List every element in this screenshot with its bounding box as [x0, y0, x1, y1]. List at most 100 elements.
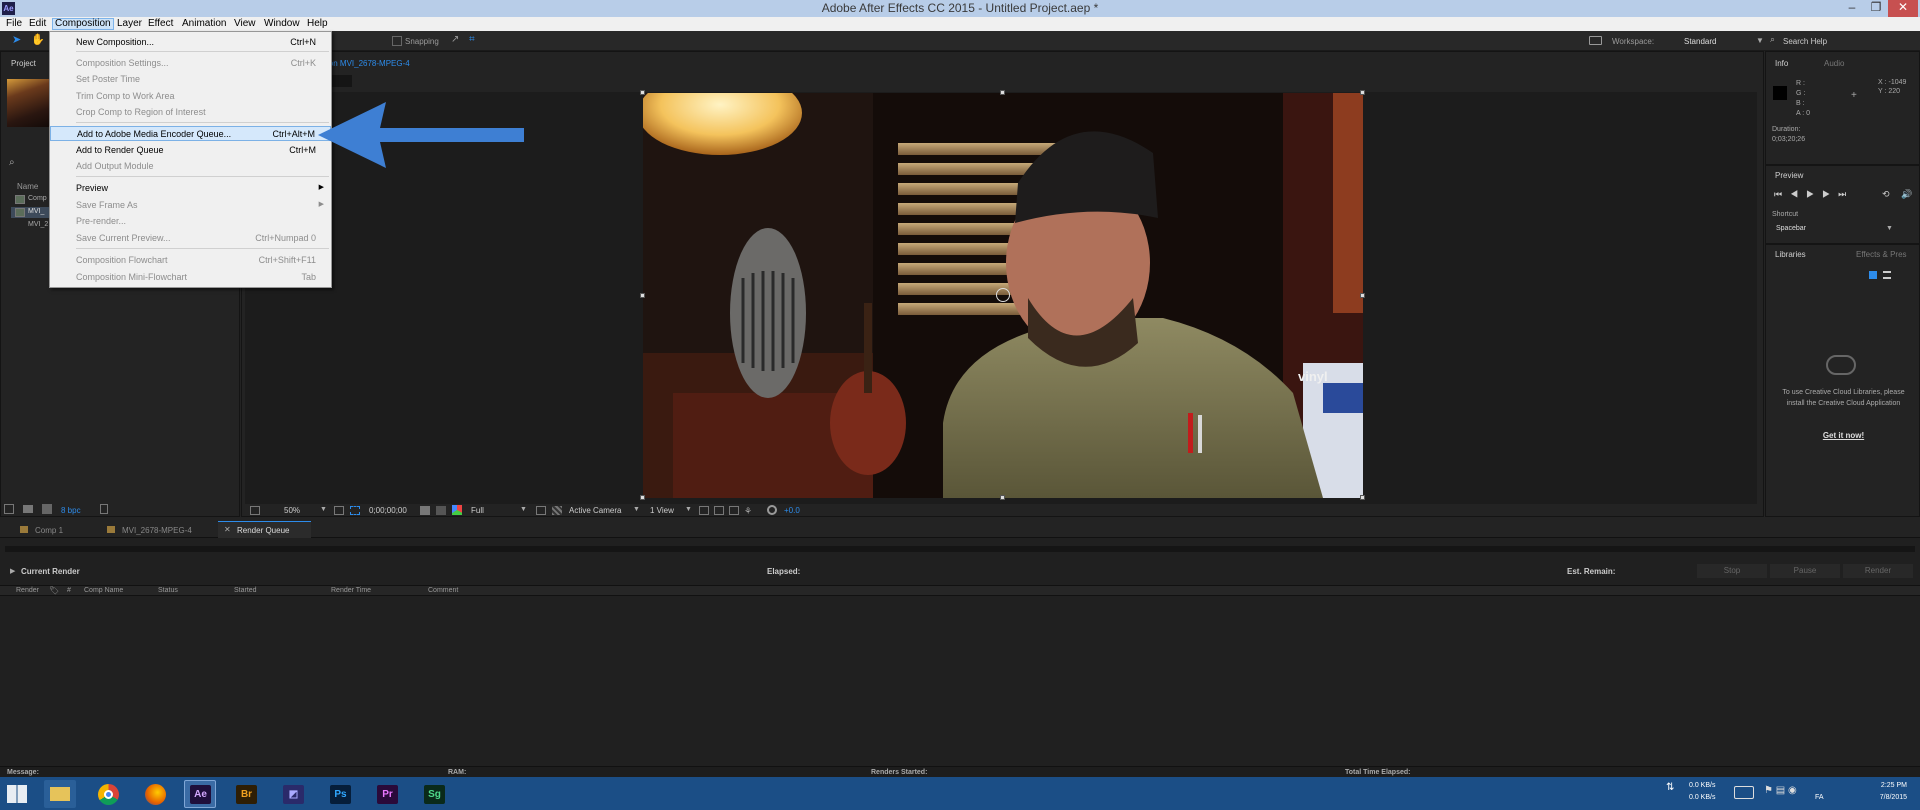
project-item[interactable]: Comp: [28, 195, 47, 202]
menu-item-add-to-render-queue[interactable]: Add to Render Queue Ctrl+M: [50, 143, 331, 157]
tab-composition[interactable]: ion MVI_2678-MPEG-4: [327, 59, 410, 68]
tab-libraries[interactable]: Libraries: [1775, 250, 1806, 259]
menu-item-composition-flowchart[interactable]: Composition Flowchart Ctrl+Shift+F11: [50, 253, 331, 267]
frame-handle[interactable]: [1360, 495, 1365, 500]
zoom-dropdown-icon[interactable]: ▼: [320, 506, 327, 513]
project-search-icon[interactable]: ⌕: [9, 157, 15, 168]
menu-item-add-output-module[interactable]: Add Output Module: [50, 159, 331, 173]
region-of-interest-icon[interactable]: [536, 506, 546, 515]
search-help-input[interactable]: Search Help: [1783, 37, 1827, 46]
frame-handle[interactable]: [1000, 90, 1005, 95]
tab-mvi[interactable]: MVI_2678-MPEG-4: [122, 526, 192, 535]
menu-file[interactable]: File: [4, 18, 24, 30]
anchor-point-icon[interactable]: [996, 288, 1010, 302]
trash-icon[interactable]: [100, 504, 108, 514]
new-comp-icon[interactable]: [42, 504, 52, 514]
frame-handle[interactable]: [1360, 90, 1365, 95]
menu-item-preview[interactable]: Preview ▶: [50, 181, 331, 195]
camera-select[interactable]: Active Camera: [569, 506, 621, 515]
selection-tool-icon[interactable]: ➤: [12, 35, 22, 46]
snap-edges-icon[interactable]: ↗: [451, 34, 463, 46]
hand-tool-icon[interactable]: ✋: [31, 34, 45, 46]
show-snapshot-icon[interactable]: [436, 506, 446, 515]
loop-icon[interactable]: ⟲: [1882, 189, 1890, 200]
toggle-pixel-aspect-icon[interactable]: [699, 506, 709, 515]
frame-handle[interactable]: [640, 495, 645, 500]
views-dropdown-icon[interactable]: ▼: [685, 506, 692, 513]
always-preview-icon[interactable]: [250, 506, 260, 515]
clock-time[interactable]: 2:25 PM: [1872, 782, 1907, 789]
menu-window[interactable]: Window: [262, 18, 302, 30]
frame-handle[interactable]: [1000, 495, 1005, 500]
flowchart-icon[interactable]: ⚘: [744, 506, 752, 517]
views-select[interactable]: 1 View: [650, 506, 674, 515]
start-button-icon[interactable]: [7, 785, 27, 803]
tab-effects-presets[interactable]: Effects & Pres: [1856, 250, 1907, 259]
pause-button[interactable]: Pause: [1770, 564, 1840, 578]
menu-item-save-current-preview[interactable]: Save Current Preview... Ctrl+Numpad 0: [50, 231, 331, 245]
workspace-dropdown-icon[interactable]: ▼: [1756, 36, 1764, 45]
snap-features-icon[interactable]: ⌗: [469, 34, 481, 46]
resolution-dropdown-icon[interactable]: ▼: [520, 506, 527, 513]
fast-previews-icon[interactable]: [714, 506, 724, 515]
close-button[interactable]: ✕: [1888, 0, 1918, 17]
snapping-checkbox[interactable]: [392, 36, 402, 46]
menu-help[interactable]: Help: [305, 18, 330, 30]
menu-edit[interactable]: Edit: [27, 18, 48, 30]
shortcut-dropdown-icon[interactable]: ▼: [1886, 225, 1893, 232]
speedgrade-icon[interactable]: Sg: [424, 785, 445, 804]
tray-icons[interactable]: ⚑ ▤ ◉: [1764, 785, 1797, 796]
zoom-select[interactable]: 50%: [284, 506, 300, 515]
col-started[interactable]: Started: [234, 587, 257, 594]
media-encoder-icon[interactable]: ◩: [283, 785, 304, 804]
interpret-footage-icon[interactable]: [4, 504, 14, 514]
current-time[interactable]: 0;00;00;00: [369, 506, 407, 515]
menu-layer[interactable]: Layer: [115, 18, 144, 30]
render-button[interactable]: Render: [1843, 564, 1913, 578]
keyboard-icon[interactable]: [1734, 786, 1754, 799]
workspace-select[interactable]: Standard: [1684, 37, 1716, 46]
menu-item-crop-comp[interactable]: Crop Comp to Region of Interest: [50, 105, 331, 119]
clock-date[interactable]: 7/8/2015: [1868, 794, 1907, 801]
frame-handle[interactable]: [640, 293, 645, 298]
menu-item-add-to-media-encoder[interactable]: Add to Adobe Media Encoder Queue... Ctrl+…: [50, 126, 331, 141]
project-item[interactable]: MVI_: [28, 208, 44, 215]
menu-item-composition-settings[interactable]: Composition Settings... Ctrl+K: [50, 56, 331, 70]
col-render[interactable]: Render: [16, 587, 39, 594]
exposure-reset-icon[interactable]: [767, 505, 777, 515]
col-status[interactable]: Status: [158, 587, 178, 594]
bit-depth-button[interactable]: 8 bpc: [61, 506, 81, 515]
resolution-select[interactable]: Full: [471, 506, 484, 515]
tab-comp-1[interactable]: Comp 1: [35, 526, 63, 535]
photoshop-icon[interactable]: Ps: [330, 785, 351, 804]
tab-render-queue[interactable]: Render Queue: [237, 526, 289, 535]
workspace-icon[interactable]: [1589, 36, 1602, 45]
new-folder-icon[interactable]: [23, 505, 33, 513]
tab-info[interactable]: Info: [1775, 59, 1788, 68]
menu-item-new-composition[interactable]: New Composition... Ctrl+N: [50, 35, 331, 49]
tab-project[interactable]: Project: [11, 59, 36, 68]
camera-dropdown-icon[interactable]: ▼: [633, 506, 640, 513]
frame-handle[interactable]: [1360, 293, 1365, 298]
col-comment[interactable]: Comment: [428, 587, 458, 594]
list-view-icon[interactable]: [1883, 271, 1891, 279]
frame-handle[interactable]: [640, 90, 645, 95]
language-indicator[interactable]: FA: [1815, 794, 1824, 801]
col-number[interactable]: #: [67, 587, 71, 594]
safe-zones-icon[interactable]: [334, 506, 344, 515]
project-item[interactable]: MVI_2: [28, 221, 48, 228]
grid-view-icon[interactable]: [1869, 271, 1877, 279]
restore-button[interactable]: ❐: [1864, 0, 1888, 17]
menu-composition[interactable]: Composition: [52, 18, 114, 30]
bridge-icon[interactable]: Br: [236, 785, 257, 804]
label-tag-icon[interactable]: 🏷: [49, 586, 59, 595]
firefox-icon[interactable]: [139, 780, 171, 808]
stop-button[interactable]: Stop: [1697, 564, 1767, 578]
col-comp-name[interactable]: Comp Name: [84, 587, 123, 594]
chrome-icon[interactable]: [92, 780, 124, 808]
get-it-now-link[interactable]: Get it now!: [1776, 431, 1911, 440]
menu-item-set-poster-time[interactable]: Set Poster Time: [50, 72, 331, 86]
minimize-button[interactable]: –: [1840, 0, 1864, 17]
expand-icon[interactable]: ▶: [10, 567, 15, 575]
menu-view[interactable]: View: [232, 18, 258, 30]
